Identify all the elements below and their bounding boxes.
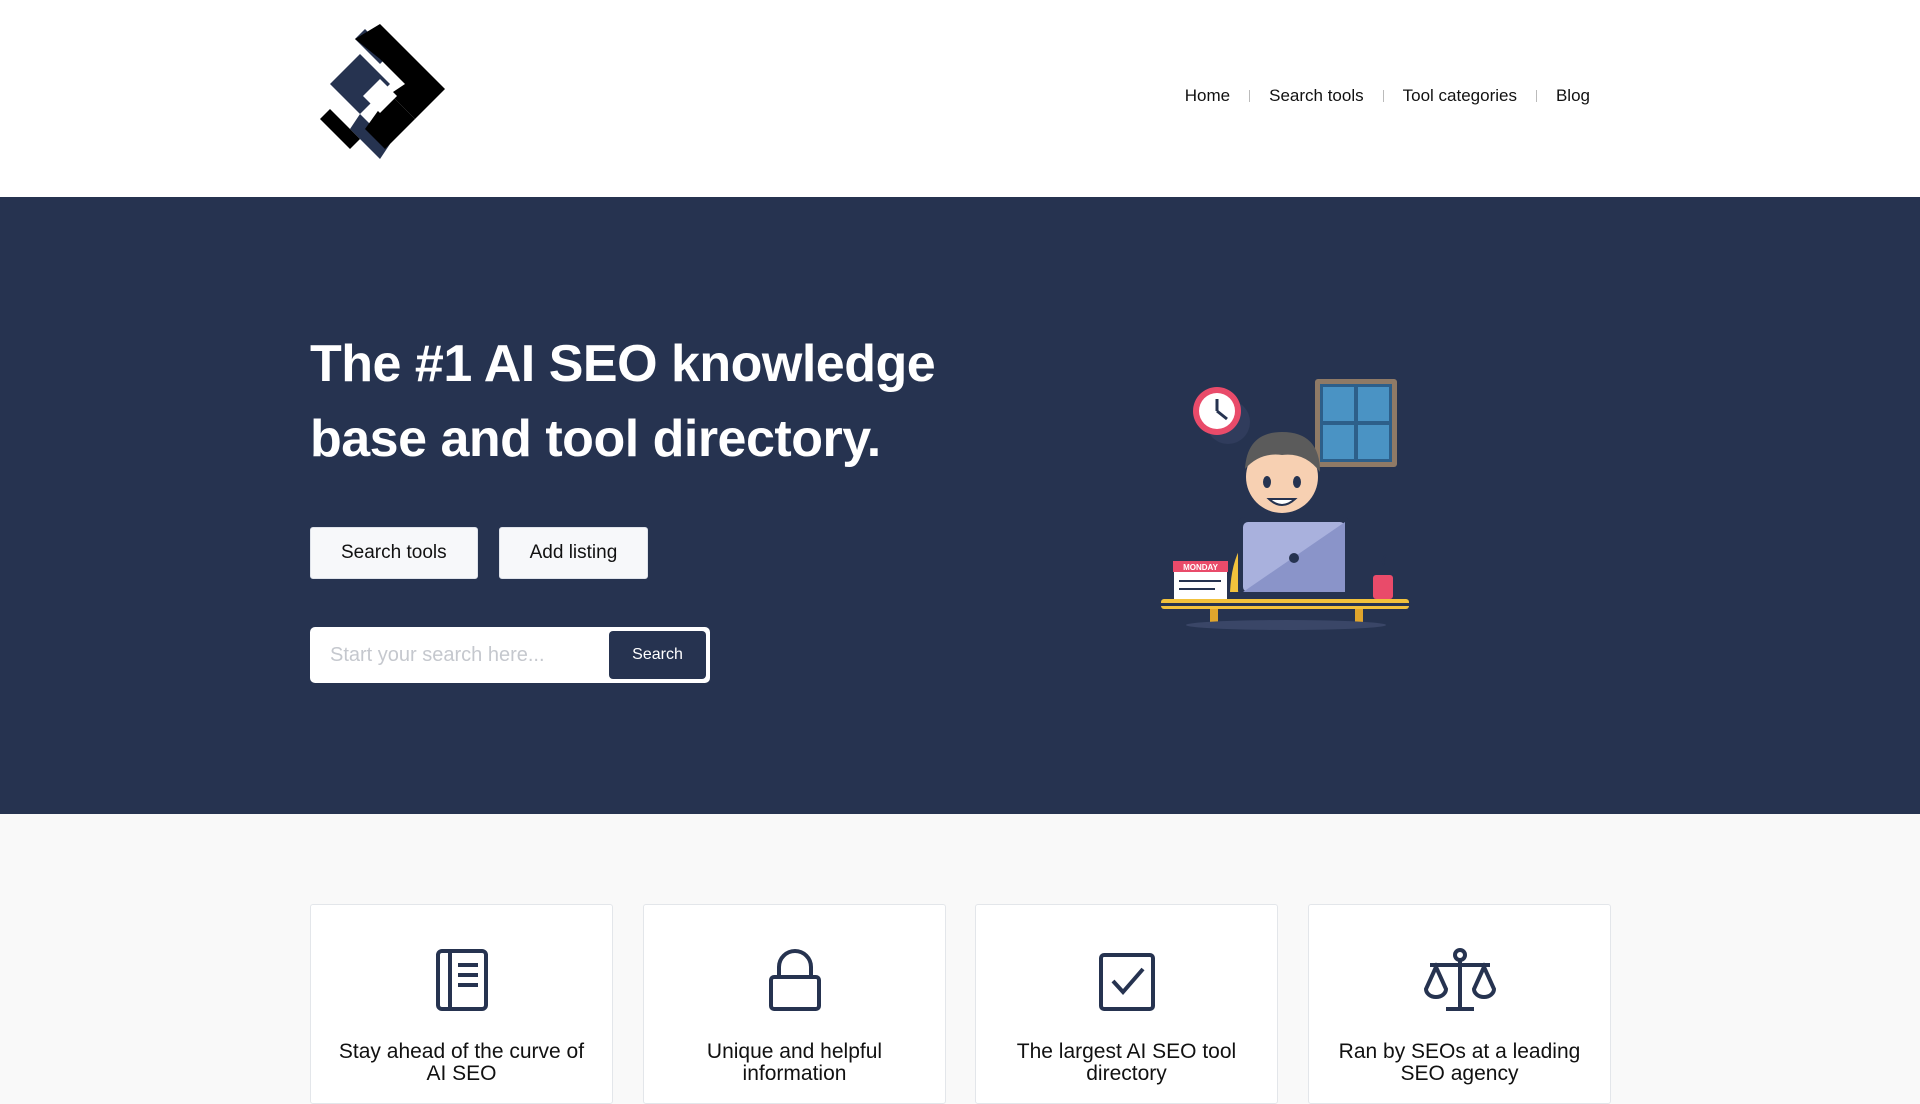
feature-card: Unique and helpful information — [643, 904, 946, 1104]
site-header: Home Search tools Tool categories Blog — [0, 0, 1920, 197]
feature-card: The largest AI SEO tool directory — [975, 904, 1278, 1104]
lock-icon — [768, 949, 821, 1011]
calendar-icon: MONDAY — [1172, 561, 1229, 602]
nav-item-blog[interactable]: Blog — [1537, 86, 1590, 106]
add-listing-button[interactable]: Add listing — [498, 527, 649, 579]
feature-card: Ran by SEOs at a leading SEO agency — [1308, 904, 1611, 1104]
site-logo[interactable] — [310, 24, 456, 170]
features-section: Stay ahead of the curve of AI SEO Unique… — [0, 814, 1920, 1104]
calendar-label: MONDAY — [1183, 563, 1218, 572]
feature-card: Stay ahead of the curve of AI SEO — [310, 904, 613, 1104]
book-icon — [435, 949, 488, 1011]
feature-title: Unique and helpful information — [706, 1040, 883, 1085]
window-icon — [1315, 379, 1397, 467]
person-at-laptop-illustration: MONDAY — [1159, 379, 1411, 630]
feature-title: Stay ahead of the curve of AI SEO — [338, 1040, 585, 1085]
search-tools-button[interactable]: Search tools — [310, 527, 478, 579]
hero-section: The #1 AI SEO knowledge base and tool di… — [0, 197, 1920, 814]
nav-item-search-tools[interactable]: Search tools — [1250, 86, 1383, 106]
scales-icon — [1423, 948, 1496, 1011]
clock-icon — [1193, 387, 1250, 444]
hero-buttons: Search tools Add listing — [310, 527, 649, 579]
search-button[interactable]: Search — [609, 631, 706, 679]
feature-title: The largest AI SEO tool directory — [1016, 1040, 1237, 1085]
feature-title: Ran by SEOs at a leading SEO agency — [1338, 1040, 1581, 1085]
nav-item-home[interactable]: Home — [1166, 86, 1249, 106]
search-form: Search — [310, 627, 710, 683]
mug-icon — [1373, 554, 1393, 599]
checkbox-icon — [1098, 953, 1155, 1011]
main-nav: Home Search tools Tool categories Blog — [1166, 86, 1590, 106]
nav-item-tool-categories[interactable]: Tool categories — [1384, 86, 1536, 106]
search-input[interactable] — [314, 631, 609, 679]
hero-headline: The #1 AI SEO knowledge base and tool di… — [310, 335, 936, 468]
